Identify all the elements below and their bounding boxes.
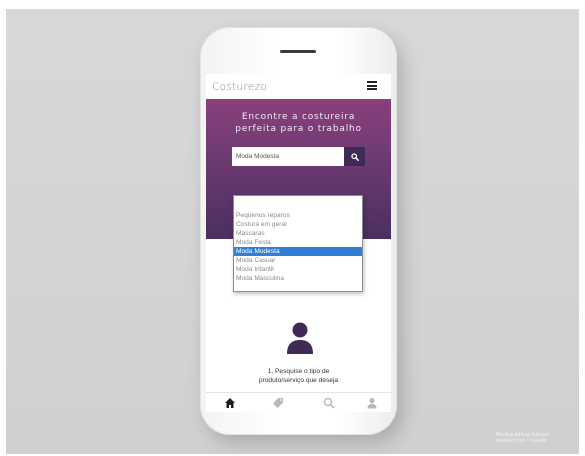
search-icon [350, 152, 359, 161]
dropdown-option[interactable]: Moda Casual [234, 256, 362, 265]
phone-frame: Costurezo Encontre a costureira perfeita… [200, 27, 397, 435]
dropdown-option[interactable]: Pequenos reparos [234, 211, 362, 220]
app-screen: Costurezo Encontre a costureira perfeita… [206, 74, 391, 412]
search-button[interactable] [344, 147, 365, 166]
mockup-credit: Mockup Iphone feito por rawpixel.com / F… [496, 432, 580, 444]
search-select[interactable]: Moda Modesta [232, 147, 344, 166]
person-icon [287, 322, 313, 354]
app-header: Costurezo [206, 74, 391, 100]
step-description: 1. Pesquise o tipo de produto/serviço qu… [206, 367, 391, 385]
tag-icon[interactable] [272, 397, 284, 409]
search-icon[interactable] [323, 397, 335, 409]
dropdown-option[interactable]: Moda Infantil [234, 265, 362, 274]
dropdown-option[interactable]: Máscaras [234, 229, 362, 238]
dropdown-option[interactable]: Costura em geral [234, 220, 362, 229]
hero-headline: Encontre a costureira perfeita para o tr… [206, 111, 391, 135]
credit-line2: rawpixel.com / Freepik [496, 438, 547, 444]
dropdown-option[interactable]: Moda Masculina [234, 274, 362, 283]
step-line2: produto/serviço que deseja [258, 377, 339, 384]
home-icon[interactable] [224, 397, 236, 409]
dropdown-option-selected[interactable]: Moda Modesta [234, 247, 362, 256]
search-bar: Moda Modesta [232, 147, 365, 166]
dropdown-option[interactable]: Moda Festa [234, 238, 362, 247]
step-line1: 1. Pesquise o tipo de [267, 368, 330, 375]
user-icon[interactable] [366, 397, 378, 409]
hero-headline-line1: Encontre a costureira [241, 112, 356, 122]
hamburger-menu-icon[interactable] [367, 81, 377, 90]
hero-headline-line2: perfeita para o trabalho [235, 124, 362, 134]
phone-speaker [280, 50, 316, 53]
category-dropdown: Pequenos reparos Costura em geral Máscar… [233, 195, 363, 292]
bottom-tab-bar [206, 392, 391, 412]
brand-logo[interactable]: Costurezo [212, 81, 267, 93]
